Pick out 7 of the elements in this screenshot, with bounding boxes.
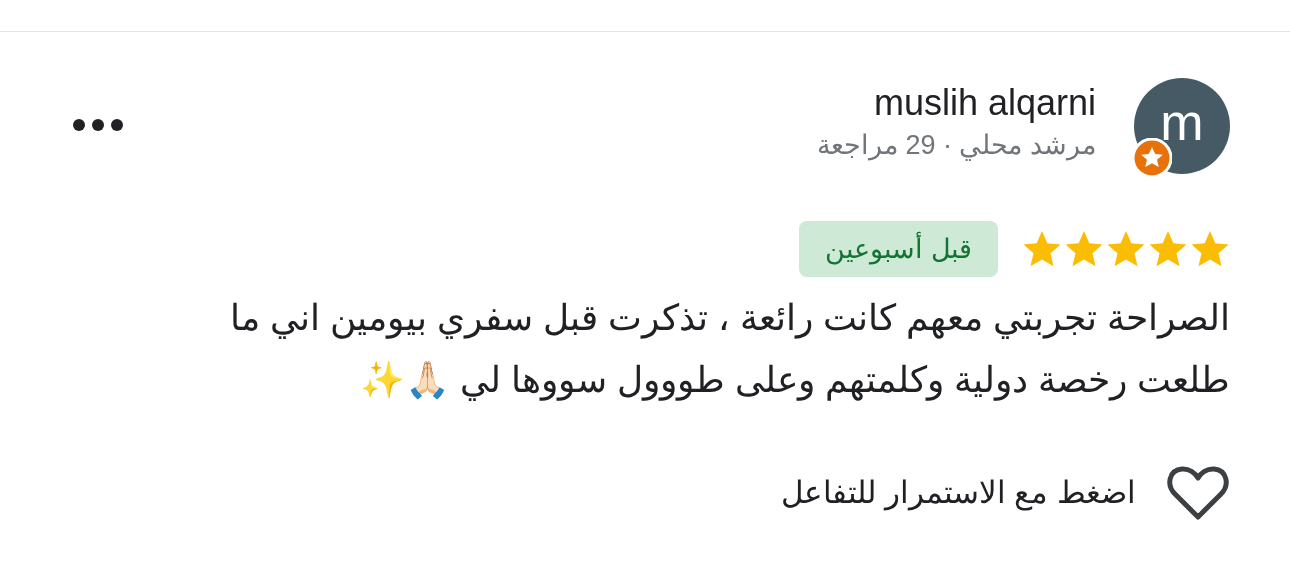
more-options-icon[interactable] <box>72 118 124 132</box>
author-subtitle: مرشد محلي · 29 مراجعة <box>816 129 1096 163</box>
review-text: الصراحة تجربتي معهم كانت رائعة ، تذكرت قبل سفري بيومين اني ما طلعت رخصة دولية وكلمتهم وعلى طووول سووها لي 🙏🏻✨ <box>228 296 1230 403</box>
author-name[interactable]: muslih alqarni <box>873 81 1096 125</box>
reaction-hint: اضغط مع الاستمرار للتفاعل <box>781 473 1136 513</box>
heart-icon[interactable] <box>1166 463 1230 523</box>
date-badge: قبل أسبوعين <box>799 221 998 277</box>
